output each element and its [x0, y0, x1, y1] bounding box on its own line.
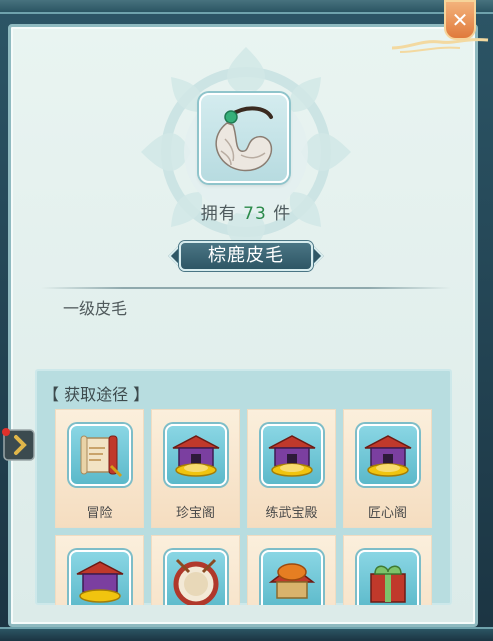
frame-bottom-border — [0, 627, 493, 641]
source-icon-frame — [357, 424, 419, 486]
source-label: 冒险 — [86, 506, 113, 521]
item-description: 一级皮毛 — [63, 299, 128, 318]
cloud-decoration — [391, 38, 489, 53]
source-item-craftsman-pavilion[interactable]: 匠心阁 — [343, 409, 432, 528]
acquisition-section: 【 获取途径 】 冒险 珍宝阁 练武宝殿 匠心阁 — [35, 369, 452, 605]
source-label: 珍宝阁 — [175, 506, 215, 521]
source-item-8[interactable] — [343, 535, 432, 605]
item-detail-panel: 拥有 73 件 棕鹿皮毛 一级皮毛 【 获取途径 】 冒险 珍宝阁 练武宝殿 匠… — [8, 24, 478, 627]
source-icon-frame — [357, 550, 419, 605]
side-expand-arrow[interactable] — [0, 428, 36, 462]
item-name-banner: 棕鹿皮毛 — [168, 239, 324, 273]
divider — [41, 287, 451, 289]
treasure-pavilion-icon — [172, 435, 220, 477]
treasure-pavilion-icon — [268, 435, 316, 477]
source-label: 练武宝殿 — [265, 506, 318, 521]
owned-count-line: 拥有 73 件 — [171, 199, 321, 224]
drum-icon — [173, 558, 219, 605]
source-item-treasure-pavilion[interactable]: 珍宝阁 — [151, 409, 240, 528]
source-item-7[interactable] — [247, 535, 336, 605]
fur-icon — [215, 106, 273, 172]
treasure-pavilion-icon — [364, 435, 412, 477]
source-icon-frame — [261, 424, 323, 486]
close-icon: ✕ — [451, 8, 469, 32]
fish-lantern-icon — [268, 563, 316, 599]
item-icon-frame — [199, 93, 289, 183]
owned-count: 73 — [243, 204, 267, 224]
source-item-martial-hall[interactable]: 练武宝殿 — [247, 409, 336, 528]
frame-top-border — [0, 0, 493, 14]
close-button[interactable]: ✕ — [444, 0, 476, 40]
treasure-pavilion-icon — [76, 561, 124, 603]
source-item-5[interactable] — [55, 535, 144, 605]
gift-box-icon — [370, 565, 406, 603]
source-item-adventure[interactable]: 冒险 — [55, 409, 144, 528]
source-icon-frame — [165, 424, 227, 486]
source-icon-frame — [69, 550, 131, 605]
item-name: 棕鹿皮毛 — [179, 241, 313, 271]
source-icon-frame — [69, 424, 131, 486]
owned-suffix: 件 — [273, 204, 292, 224]
source-icon-frame — [261, 550, 323, 605]
source-label: 匠心阁 — [367, 506, 407, 521]
acquisition-title: 【 获取途径 】 — [43, 385, 150, 404]
source-item-6[interactable] — [151, 535, 240, 605]
source-icon-frame — [165, 550, 227, 605]
acquisition-grid: 冒险 珍宝阁 练武宝殿 匠心阁 — [55, 409, 435, 605]
scroll-icon — [80, 435, 123, 478]
owned-prefix: 拥有 — [200, 204, 237, 224]
